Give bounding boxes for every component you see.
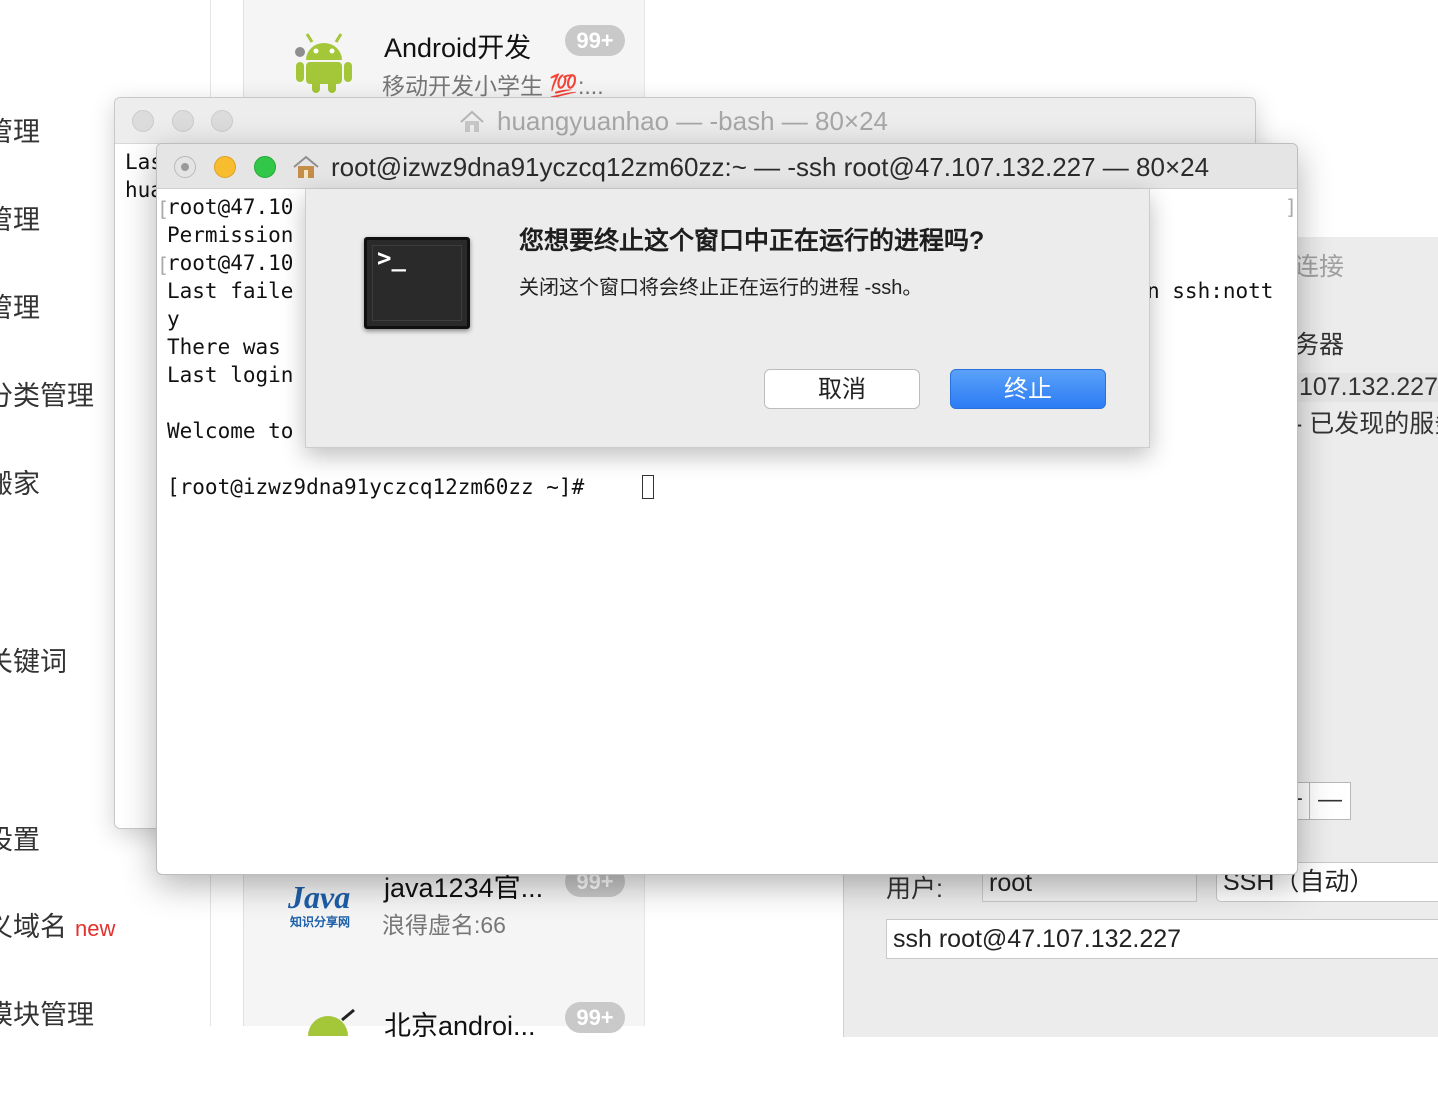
sidebar-item-domain[interactable]: 义域名new [0, 905, 115, 944]
window-titlebar[interactable]: root@izwz9dna91yczcq12zm60zz:~ — -ssh ro… [157, 144, 1297, 189]
terminate-button[interactable]: 终止 [950, 369, 1106, 409]
sidebar-item[interactable]: 管理 [0, 110, 40, 149]
terminal-line: root@47.10 [167, 195, 294, 219]
servers-heading: 务器 [1294, 331, 1345, 359]
chat-name: Android开发 [384, 33, 532, 63]
close-button[interactable] [174, 156, 196, 178]
minimize-button[interactable] [172, 110, 194, 132]
terminal-app-icon: >_ [364, 237, 470, 329]
line-marker: ] [1285, 195, 1298, 219]
terminal-line: y [167, 307, 180, 331]
sidebar-item-migrate[interactable]: 搬家 [0, 462, 40, 501]
window-title: huangyuanhao — -bash — 80×24 [497, 106, 889, 136]
sidebar-item[interactable]: 管理 [0, 286, 40, 325]
dialog-title: 您想要终止这个窗口中正在运行的进程吗? [519, 227, 985, 255]
command-field[interactable]: ssh root@47.107.132.227 [886, 919, 1438, 959]
discovered-servers-label: - 已发现的服务 [1294, 410, 1438, 438]
cancel-button[interactable]: 取消 [764, 369, 920, 409]
minimize-button[interactable] [214, 156, 236, 178]
terminal-prompt: [root@izwz9dna91yczcq12zm60zz ~]# [167, 475, 597, 499]
home-folder-icon [293, 155, 319, 178]
dialog-message: 关闭这个窗口将会终止正在运行的进程 -ssh。 [519, 277, 923, 299]
chat-preview: 移动开发小学生 💯:... [382, 73, 604, 99]
sidebar-item-modules[interactable]: 模块管理 [0, 993, 94, 1032]
terminal-line: Permission [167, 223, 294, 247]
sidebar-item-keywords[interactable]: 关键词 [0, 640, 67, 679]
terminal-line: root@47.10 [167, 251, 294, 275]
new-badge: new [75, 916, 116, 941]
chat-list-item[interactable]: 北京androi... 99+ [244, 996, 644, 1106]
svg-text:Java: Java [287, 879, 350, 915]
window-title: root@izwz9dna91yczcq12zm60zz:~ — -ssh ro… [331, 152, 1210, 182]
svg-text:知识分享网: 知识分享网 [289, 914, 350, 929]
terminal-cursor [642, 475, 654, 499]
remove-server-button[interactable]: — [1309, 782, 1351, 820]
terminal-line: Last faile [167, 279, 294, 303]
terminal-line: Last login [167, 363, 294, 387]
unread-badge: 99+ [565, 1002, 625, 1033]
terminal-line: There was [167, 335, 281, 359]
home-folder-icon [460, 110, 484, 132]
server-list-item[interactable]: .107.132.227 [1292, 373, 1438, 402]
chat-name: 北京androi... [384, 1011, 536, 1041]
close-button[interactable] [132, 110, 154, 132]
window-titlebar[interactable]: huangyuanhao — -bash — 80×24 [115, 98, 1255, 144]
zoom-button[interactable] [211, 110, 233, 132]
chat-preview: 浪得虚名:66 [382, 912, 506, 938]
unread-badge: 99+ [565, 25, 625, 56]
ssh-terminal-window: root@izwz9dna91yczcq12zm60zz:~ — -ssh ro… [156, 143, 1298, 875]
sidebar-item[interactable]: 管理 [0, 198, 40, 237]
terminal-line: Welcome to [167, 419, 294, 443]
sidebar-item-settings[interactable]: 设置 [0, 818, 40, 857]
android-icon [308, 1008, 355, 1036]
android-icon [295, 33, 352, 93]
java-logo-icon: Java 知识分享网 [287, 879, 350, 929]
terminate-process-dialog: >_ 您想要终止这个窗口中正在运行的进程吗? 关闭这个窗口将会终止正在运行的进程… [305, 189, 1150, 448]
zoom-button[interactable] [254, 156, 276, 178]
sidebar-item-category[interactable]: 分类管理 [0, 374, 94, 413]
terminal-line-fragment: n ssh:nott [1147, 279, 1274, 303]
connect-heading: 连接 [1294, 253, 1345, 281]
